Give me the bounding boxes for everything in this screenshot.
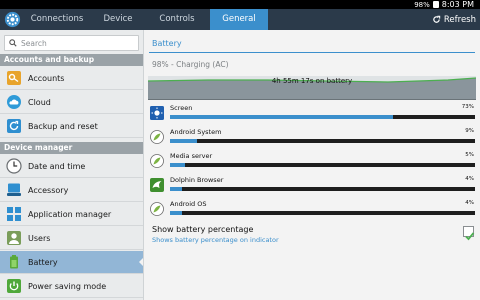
show-percentage-checkbox[interactable] [463,226,475,241]
refresh-label: Refresh [443,14,476,25]
app-percent: 5% [465,152,474,158]
usage-row-media-server[interactable]: Media server 5% [150,152,475,172]
checkmark-icon [465,232,475,241]
screen-brightness-icon [150,106,164,120]
app-name: Android System [170,128,222,136]
tab-connections[interactable]: Connections [22,9,92,30]
sidebar-item-label: Accounts [28,73,65,83]
usage-row-dolphin-browser[interactable]: Dolphin Browser 4% [150,176,475,196]
usage-bar-fill [170,115,393,119]
sidebar-item-accessory[interactable]: Accessory [0,179,143,202]
sidebar-item-label: Date and time [28,161,86,171]
usage-bar-fill [170,187,183,191]
battery-icon [10,255,18,269]
sidebar-item-label: Application manager [28,209,112,219]
sidebar-item-battery[interactable]: Battery [0,251,143,274]
clock-time: 8:03 PM [441,0,474,9]
app-name: Screen [170,104,193,112]
sidebar-item-label: Cloud [28,97,51,107]
status-bar-right: 98% 8:03 PM [414,0,474,9]
sidebar-item-power-saving-mode[interactable]: Power saving mode [0,275,143,298]
tab-general[interactable]: General [210,9,268,30]
sidebar-item-cloud[interactable]: Cloud [0,91,143,114]
sidebar-item-application-manager[interactable]: Application manager [0,203,143,226]
app-name: Media server [170,152,213,160]
media-server-icon [150,154,164,168]
usage-bar [170,163,475,167]
usage-bar-fill [170,163,186,167]
refresh-button[interactable]: Refresh [432,9,476,30]
show-battery-percentage-setting[interactable]: Show battery percentage Shows battery pe… [152,225,475,249]
battery-status-text: 98% - Charging (AC) [152,60,229,69]
tab-controls[interactable]: Controls [144,9,210,30]
sidebar-item-users[interactable]: Users [0,227,143,250]
sidebar-item-accounts[interactable]: Accounts [0,67,143,90]
accessory-icon [7,183,21,196]
usage-bar [170,139,475,143]
usage-row-android-os[interactable]: Android OS 4% [150,200,475,220]
usage-bar-fill [170,139,198,143]
grid-icon [7,207,21,221]
user-icon [7,231,21,245]
setting-title: Show battery percentage [152,225,254,234]
app-name: Dolphin Browser [170,176,224,184]
usage-bar-fill [170,211,183,215]
search-icon [9,39,17,47]
sidebar-item-label: Accessory [28,185,69,195]
sidebar-item-label: Backup and reset [28,121,98,131]
refresh-icon [433,15,441,23]
sidebar-item-backup-and-reset[interactable]: Backup and reset [0,115,143,138]
app-percent: 9% [465,128,474,134]
battery-percent: 98% [414,0,430,9]
sidebar-item-date-and-time[interactable]: Date and time [0,155,143,178]
app-percent: 4% [465,176,474,182]
settings-tab-bar: Connections Device Controls General Refr… [0,9,480,30]
setting-subtitle: Shows battery percentage on indicator [152,236,279,244]
dolphin-browser-icon [150,178,164,192]
usage-bar [170,115,475,119]
android-os-icon [150,202,164,216]
page-title: Battery [152,39,182,48]
cloud-icon [7,95,21,109]
sidebar-item-label: Power saving mode [28,281,107,291]
app-percent: 73% [461,104,474,110]
settings-sidebar: Accounts and backup Accounts Cloud Backu… [0,30,144,300]
app-name: Android OS [170,200,207,208]
section-device-manager: Device manager [0,142,143,154]
usage-bar [170,211,475,215]
title-divider [149,52,475,53]
usage-row-screen[interactable]: Screen 73% [150,104,475,124]
battery-status-icon [432,1,439,8]
battery-pane: Battery 98% - Charging (AC) 4h 55m 17s o… [144,30,480,300]
settings-gear-icon [4,11,21,28]
app-percent: 4% [465,200,474,206]
section-accounts-and-backup: Accounts and backup [0,54,143,66]
usage-row-android-system[interactable]: Android System 9% [150,128,475,148]
clock-icon [6,158,22,174]
sidebar-item-label: Users [28,233,51,243]
status-bar: 98% 8:03 PM [0,0,480,9]
backup-icon [7,119,21,133]
graph-duration-label: 4h 55m 17s on battery [271,77,353,85]
search-box [4,35,139,51]
sidebar-item-label: Battery [28,257,58,267]
search-input[interactable] [21,38,131,48]
key-icon [7,71,21,85]
android-system-icon [150,130,164,144]
tab-device[interactable]: Device [92,9,144,30]
power-saving-icon [7,279,21,293]
usage-bar [170,187,475,191]
